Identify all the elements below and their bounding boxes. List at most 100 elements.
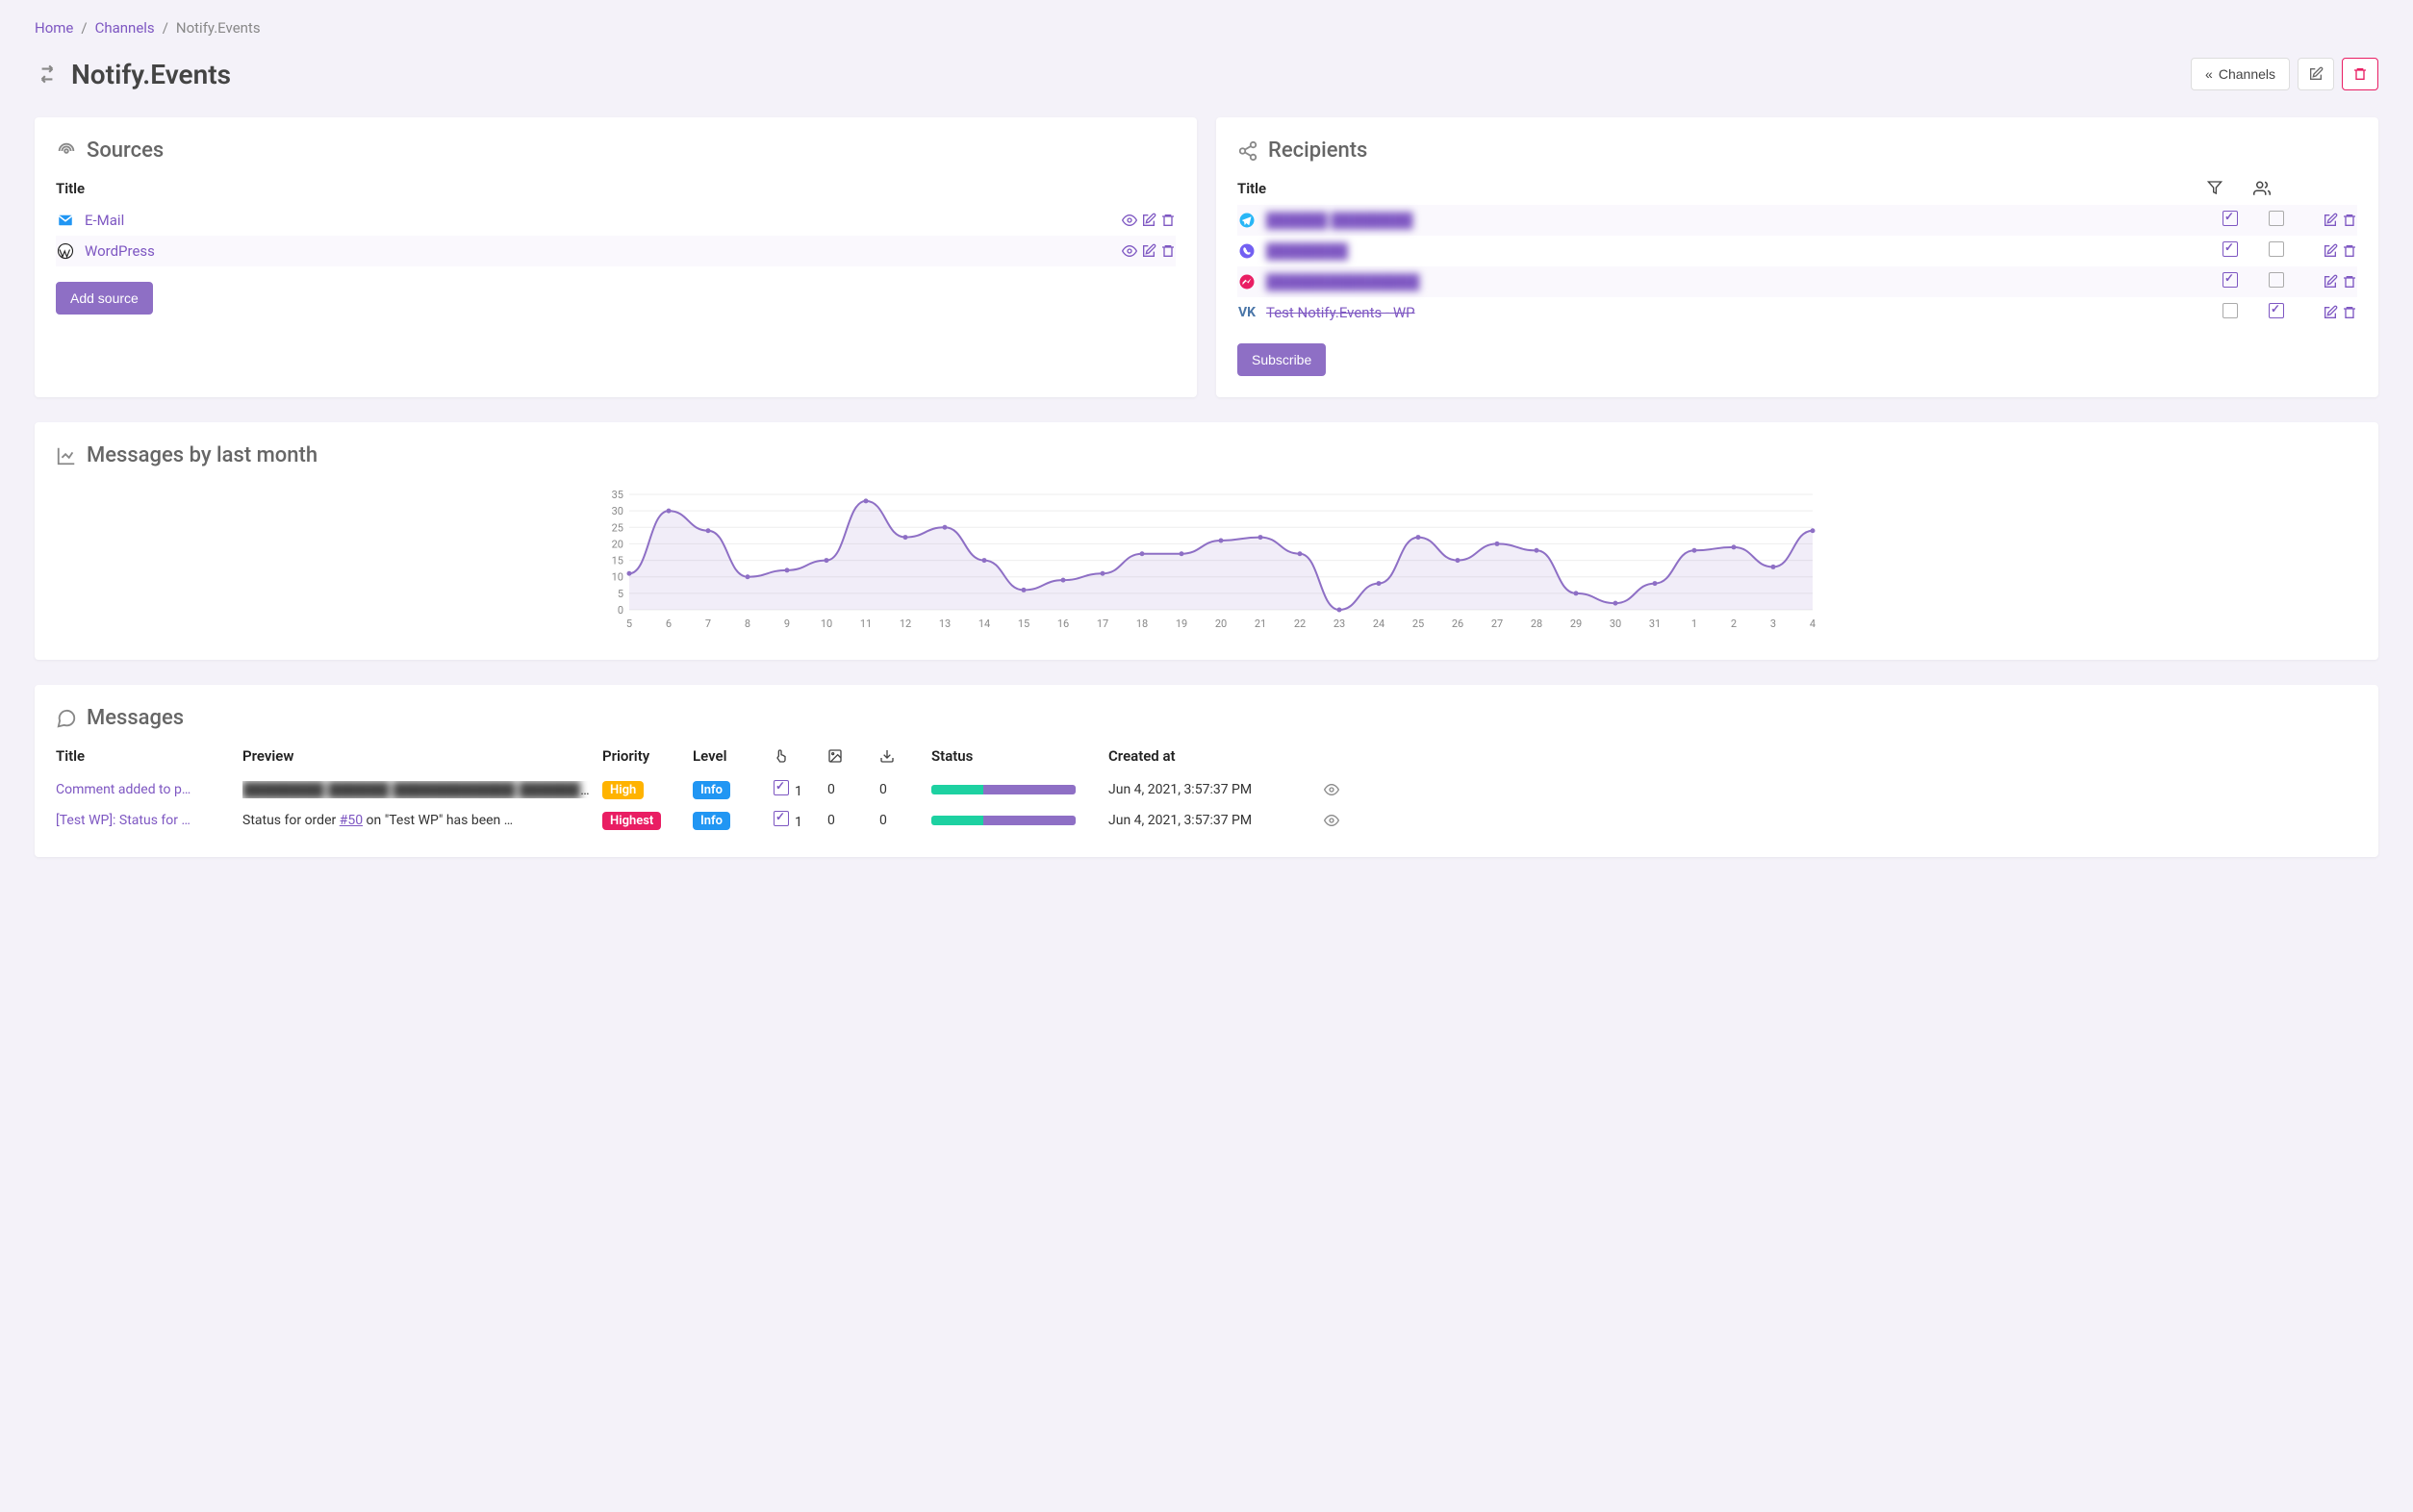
subscribe-button[interactable]: Subscribe [1237, 343, 1326, 376]
msg-col-status: Status [931, 747, 1105, 765]
recipients-heading: Recipients [1268, 139, 1367, 163]
recipients-card: Recipients Title ██████ ████████████████… [1216, 117, 2378, 397]
svg-text:14: 14 [978, 617, 990, 630]
svg-text:4: 4 [1810, 617, 1816, 630]
downloads-count: 0 [879, 782, 927, 797]
svg-text:24: 24 [1373, 617, 1384, 630]
breadcrumb-sep: / [81, 19, 87, 37]
msg-col-images [827, 748, 876, 764]
source-link[interactable]: WordPress [85, 242, 155, 260]
svg-text:16: 16 [1057, 617, 1069, 630]
svg-text:5: 5 [618, 588, 623, 600]
message-row: Comment added to p… ████████ ██████ █████… [56, 774, 2357, 805]
recipient-label: ███████████████ [1266, 273, 1419, 290]
edit-icon[interactable] [1141, 213, 1156, 228]
view-icon[interactable] [1122, 213, 1137, 228]
svg-text:17: 17 [1097, 617, 1108, 630]
filter-checkbox[interactable] [2222, 303, 2238, 318]
recipients-col-title: Title [1237, 180, 2207, 197]
filter-checkbox[interactable] [2222, 272, 2238, 288]
edit-icon[interactable] [2323, 213, 2338, 228]
recipient-row: ███████████████ [1237, 266, 2357, 297]
channels-button-label: Channels [2219, 66, 2275, 82]
breadcrumb-home[interactable]: Home [35, 19, 73, 37]
svg-text:23: 23 [1334, 617, 1345, 630]
edit-button[interactable] [2298, 58, 2334, 90]
group-checkbox[interactable] [2269, 303, 2284, 318]
downloads-count: 0 [879, 813, 927, 828]
telegram-icon [1237, 211, 1257, 230]
breadcrumb-channels[interactable]: Channels [95, 19, 155, 37]
clicks-checkbox[interactable] [774, 780, 789, 795]
msg-preview: ████████ ██████ ████████████ ████████ [242, 781, 598, 798]
svg-text:31: 31 [1649, 617, 1661, 630]
recipients-col-filter [2207, 180, 2253, 197]
svg-text:21: 21 [1255, 617, 1266, 630]
delete-button[interactable] [2342, 58, 2378, 90]
wordpress-icon [56, 241, 75, 261]
svg-text:25: 25 [612, 521, 623, 534]
filter-checkbox[interactable] [2222, 241, 2238, 257]
msg-title-link[interactable]: Comment added to p… [56, 782, 190, 797]
svg-text:35: 35 [612, 489, 623, 501]
trash-icon [2352, 66, 2368, 82]
level-badge: Info [693, 781, 730, 799]
svg-text:15: 15 [1018, 617, 1029, 630]
msg-col-clicks [774, 748, 824, 764]
delete-icon[interactable] [2342, 213, 2357, 228]
message-row: [Test WP]: Status for …Status for order … [56, 805, 2357, 836]
sources-card: Sources Title E-MailWordPress Add source [35, 117, 1197, 397]
edit-icon[interactable] [2323, 243, 2338, 259]
svg-text:13: 13 [939, 617, 951, 630]
group-checkbox[interactable] [2269, 211, 2284, 226]
svg-text:15: 15 [612, 555, 623, 567]
view-icon[interactable] [1324, 813, 1353, 828]
chevrons-left-icon: « [2205, 66, 2213, 82]
clicks-checkbox[interactable] [774, 811, 789, 826]
order-link[interactable]: #50 [340, 813, 363, 828]
add-source-button[interactable]: Add source [56, 282, 153, 315]
source-link[interactable]: E-Mail [85, 212, 124, 229]
delete-icon[interactable] [2342, 243, 2357, 259]
msg-col-priority: Priority [602, 747, 689, 765]
breadcrumb-sep: / [163, 19, 168, 37]
group-checkbox[interactable] [2269, 272, 2284, 288]
delete-icon[interactable] [1160, 213, 1176, 228]
svg-text:12: 12 [900, 617, 911, 630]
level-badge: Info [693, 812, 730, 830]
recipient-row: ████████ [1237, 236, 2357, 266]
msg-col-title: Title [56, 747, 239, 765]
delete-icon[interactable] [1160, 243, 1176, 259]
view-icon[interactable] [1324, 782, 1353, 797]
svg-text:0: 0 [618, 604, 623, 617]
status-progress [931, 816, 1076, 825]
swap-icon [35, 62, 60, 87]
edit-icon[interactable] [2323, 305, 2338, 320]
source-row: E-Mail [56, 205, 1176, 236]
breadcrumb-current: Notify.Events [176, 19, 261, 37]
download-icon [879, 748, 895, 764]
page-title: Notify.Events [71, 59, 231, 90]
svg-text:9: 9 [784, 617, 790, 630]
edit-icon[interactable] [2323, 274, 2338, 290]
msg-title-link[interactable]: [Test WP]: Status for … [56, 813, 190, 828]
delete-icon[interactable] [2342, 274, 2357, 290]
clicks-count: 1 [795, 784, 802, 799]
edit-icon[interactable] [1141, 243, 1156, 259]
filter-checkbox[interactable] [2222, 211, 2238, 226]
channels-button[interactable]: « Channels [2191, 58, 2290, 90]
svg-text:11: 11 [860, 617, 872, 630]
priority-badge: Highest [602, 812, 661, 830]
view-icon[interactable] [1122, 243, 1137, 259]
messages-card: Messages Title Preview Priority Level St… [35, 685, 2378, 857]
filter-icon [2207, 180, 2222, 195]
group-checkbox[interactable] [2269, 241, 2284, 257]
delete-icon[interactable] [2342, 305, 2357, 320]
recipient-link[interactable]: Test Notify.Events - WP [1266, 304, 1415, 321]
msg-col-created: Created at [1108, 747, 1320, 765]
svg-text:22: 22 [1294, 617, 1306, 630]
msg-col-downloads [879, 748, 927, 764]
recipient-row: VKTest Notify.Events - WP [1237, 297, 2357, 328]
svg-text:27: 27 [1491, 617, 1503, 630]
recipients-col-group [2253, 180, 2299, 197]
